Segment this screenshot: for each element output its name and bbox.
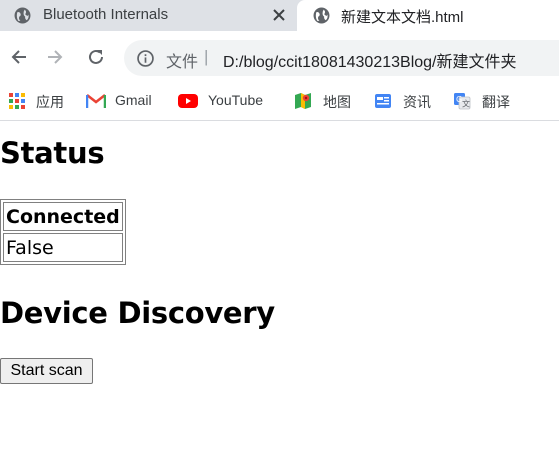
tab-bluetooth-internals[interactable]: Bluetooth Internals [0, 0, 297, 31]
youtube-icon [178, 94, 198, 108]
scheme-label: 文件 [166, 54, 199, 71]
tab-new-text-document[interactable]: 新建文本文档.html [297, 0, 559, 31]
svg-text:文: 文 [462, 99, 470, 109]
scheme-separator: | [204, 47, 209, 66]
bookmark-label: 资讯 [403, 94, 431, 110]
gmail-icon [86, 94, 106, 108]
start-scan-button[interactable]: Start scan [0, 358, 93, 384]
back-arrow-icon[interactable] [7, 45, 31, 69]
bookmark-label: YouTube [208, 92, 264, 108]
page-content: Status Connected False Device Discovery … [0, 122, 559, 459]
tab-strip: Bluetooth Internals 新建文本文档.html [0, 0, 559, 31]
tab-title: 新建文本文档.html [341, 9, 464, 26]
bookmark-label: Gmail [115, 92, 152, 108]
bookmarks-bar: 应用 Gmail YouTube 地图 资讯 G 文 翻译 [0, 83, 559, 121]
url-text[interactable]: D:/blog/ccit18081430213Blog/新建文件夹 [223, 48, 517, 72]
reload-icon[interactable] [84, 45, 108, 69]
forward-arrow-icon[interactable] [43, 45, 67, 69]
bookmark-label: 翻译 [482, 94, 510, 110]
translate-icon: G 文 [454, 93, 471, 110]
close-tab-icon[interactable] [269, 5, 289, 25]
globe-icon [313, 7, 330, 24]
tab-title: Bluetooth Internals [43, 6, 169, 23]
bookmark-label: 应用 [36, 94, 64, 110]
apps-grid-icon [9, 93, 25, 109]
bookmark-label: 地图 [323, 94, 351, 110]
browser-toolbar: 文件 | D:/blog/ccit18081430213Blog/新建文件夹 [0, 31, 559, 83]
connected-value: False [3, 233, 123, 262]
table-row: False [3, 233, 123, 262]
news-icon [375, 94, 391, 108]
globe-icon [14, 7, 31, 24]
table-header-row: Connected [3, 202, 123, 231]
maps-icon [295, 93, 311, 109]
status-table: Connected False [0, 199, 126, 265]
connected-column-header: Connected [3, 202, 123, 231]
info-icon[interactable] [137, 50, 154, 67]
device-discovery-heading: Device Discovery [0, 296, 275, 330]
address-bar[interactable]: 文件 | D:/blog/ccit18081430213Blog/新建文件夹 [124, 40, 559, 76]
status-heading: Status [0, 136, 105, 170]
